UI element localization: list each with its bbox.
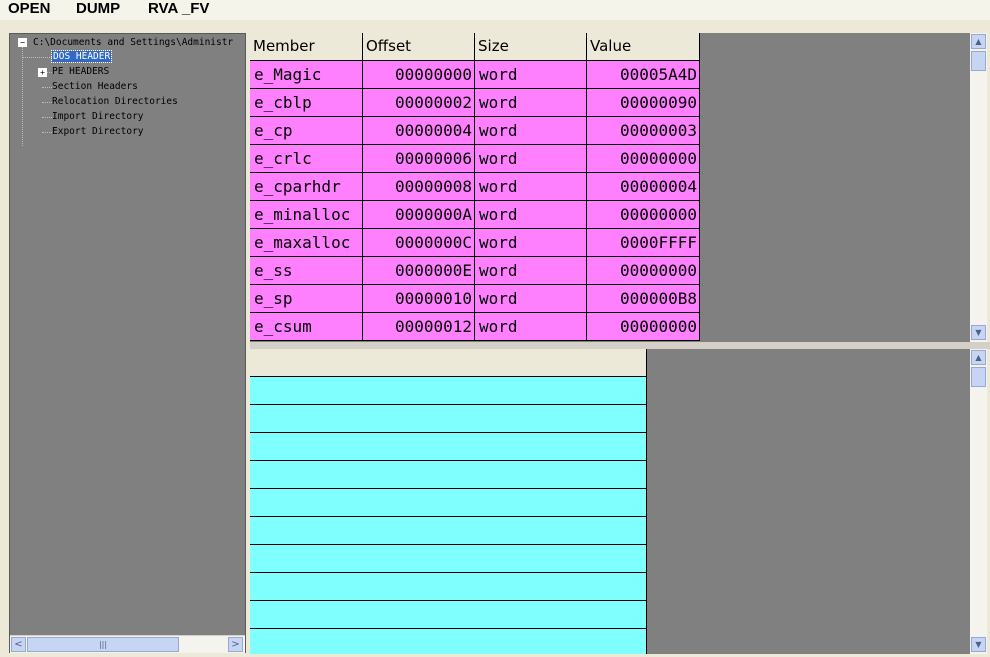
cell-member[interactable]: e_cparhdr: [250, 173, 363, 201]
tree-item-label: PE HEADERS: [52, 66, 110, 77]
cell-value[interactable]: 00005A4D: [587, 61, 700, 89]
cell-offset[interactable]: 00000004: [363, 117, 475, 145]
scroll-up-icon[interactable]: ▲: [971, 350, 986, 365]
detail-row[interactable]: [250, 629, 647, 654]
cell-member[interactable]: e_sp: [250, 285, 363, 313]
scroll-right-icon[interactable]: >: [228, 637, 243, 652]
tree-item-relocation-directories[interactable]: Relocation Directories: [52, 95, 178, 108]
cell-value[interactable]: 00000000: [587, 313, 700, 341]
cell-size[interactable]: word: [475, 173, 587, 201]
detail-row[interactable]: [250, 433, 647, 461]
detail-row[interactable]: [250, 405, 647, 433]
menu-open[interactable]: OPEN: [8, 0, 51, 18]
cell-value[interactable]: 000000B8: [587, 285, 700, 313]
cell-member[interactable]: e_cblp: [250, 89, 363, 117]
cell-value[interactable]: 00000090: [587, 89, 700, 117]
menu-rva-fv[interactable]: RVA _FV: [148, 0, 209, 18]
tree-item-label: Section Headers: [52, 81, 138, 92]
tree-item-label: Export Directory: [52, 126, 144, 137]
vertical-scroll-thumb[interactable]: [971, 51, 986, 71]
tree-item-label: Import Directory: [52, 111, 144, 122]
cell-size[interactable]: word: [475, 313, 587, 341]
tree-item-import-directory[interactable]: Import Directory: [52, 110, 144, 123]
cell-value[interactable]: 00000003: [587, 117, 700, 145]
cell-member[interactable]: e_minalloc: [250, 201, 363, 229]
cell-offset[interactable]: 0000000C: [363, 229, 475, 257]
horizontal-scroll-thumb[interactable]: |||: [27, 637, 179, 652]
column-header-offset[interactable]: Offset: [363, 33, 475, 61]
tree-item-section-headers[interactable]: Section Headers: [52, 80, 138, 93]
tree-root[interactable]: C:\Documents and Settings\Administr: [33, 36, 233, 49]
cell-size[interactable]: word: [475, 145, 587, 173]
cell-offset[interactable]: 00000012: [363, 313, 475, 341]
scroll-up-icon[interactable]: ▲: [971, 34, 986, 49]
detail-column-header[interactable]: [250, 349, 647, 377]
tree-item-label: DOS HEADER: [50, 50, 113, 63]
cell-offset[interactable]: 00000002: [363, 89, 475, 117]
tree-item-pe-headers[interactable]: PE HEADERS: [52, 65, 109, 78]
cell-size[interactable]: word: [475, 229, 587, 257]
vertical-scroll-thumb[interactable]: [971, 367, 986, 387]
detail-row[interactable]: [250, 489, 647, 517]
dos-header-grid[interactable]: Member Offset Size Value e_Magic 00000000 word…: [250, 33, 986, 342]
detail-row[interactable]: [250, 461, 647, 489]
cell-offset[interactable]: 0000000A: [363, 201, 475, 229]
expand-icon[interactable]: +: [38, 68, 47, 77]
menu-bar: OPEN DUMP RVA _FV: [0, 0, 990, 20]
column-header-size[interactable]: Size: [475, 33, 587, 61]
column-header-value[interactable]: Value: [587, 33, 700, 61]
bottom-grid-vertical-scrollbar[interactable]: ▲ ▼: [970, 349, 987, 654]
detail-row[interactable]: [250, 517, 647, 545]
cell-offset[interactable]: 0000000E: [363, 257, 475, 285]
cell-offset[interactable]: 00000008: [363, 173, 475, 201]
tree-view[interactable]: − C:\Documents and Settings\Administr DO…: [9, 33, 246, 653]
collapse-icon[interactable]: −: [18, 38, 27, 47]
cell-member[interactable]: e_cp: [250, 117, 363, 145]
detail-row[interactable]: [250, 601, 647, 629]
tree-root-label: C:\Documents and Settings\Administr: [33, 37, 234, 48]
cell-offset[interactable]: 00000010: [363, 285, 475, 313]
cell-member[interactable]: e_Magic: [250, 61, 363, 89]
cell-size[interactable]: word: [475, 201, 587, 229]
tree-horizontal-scrollbar[interactable]: < ||| >: [10, 635, 245, 653]
cell-value[interactable]: 00000000: [587, 257, 700, 285]
column-header-member[interactable]: Member: [250, 33, 363, 61]
top-grid-vertical-scrollbar[interactable]: ▲ ▼: [970, 33, 987, 342]
cell-size[interactable]: word: [475, 89, 587, 117]
cell-member[interactable]: e_maxalloc: [250, 229, 363, 257]
cell-size[interactable]: word: [475, 285, 587, 313]
cell-size[interactable]: word: [475, 61, 587, 89]
scroll-down-icon[interactable]: ▼: [971, 325, 986, 340]
cell-member[interactable]: e_ss: [250, 257, 363, 285]
tree-item-dos-header[interactable]: DOS HEADER: [50, 50, 113, 63]
cell-offset[interactable]: 00000006: [363, 145, 475, 173]
pane-splitter[interactable]: [250, 342, 990, 349]
cell-size[interactable]: word: [475, 117, 587, 145]
cell-member[interactable]: e_crlc: [250, 145, 363, 173]
scroll-down-icon[interactable]: ▼: [971, 637, 986, 652]
cell-value[interactable]: 00000000: [587, 145, 700, 173]
detail-row[interactable]: [250, 377, 647, 405]
detail-row[interactable]: [250, 545, 647, 573]
cell-member[interactable]: e_csum: [250, 313, 363, 341]
cell-offset[interactable]: 00000000: [363, 61, 475, 89]
detail-row[interactable]: [250, 573, 647, 601]
menu-dump[interactable]: DUMP: [76, 0, 120, 18]
cell-value[interactable]: 0000FFFF: [587, 229, 700, 257]
scroll-left-icon[interactable]: <: [11, 637, 26, 652]
cell-value[interactable]: 00000004: [587, 173, 700, 201]
cell-value[interactable]: 00000000: [587, 201, 700, 229]
detail-grid[interactable]: [250, 349, 986, 654]
tree-item-export-directory[interactable]: Export Directory: [52, 125, 144, 138]
cell-size[interactable]: word: [475, 257, 587, 285]
tree-item-label: Relocation Directories: [52, 96, 178, 107]
